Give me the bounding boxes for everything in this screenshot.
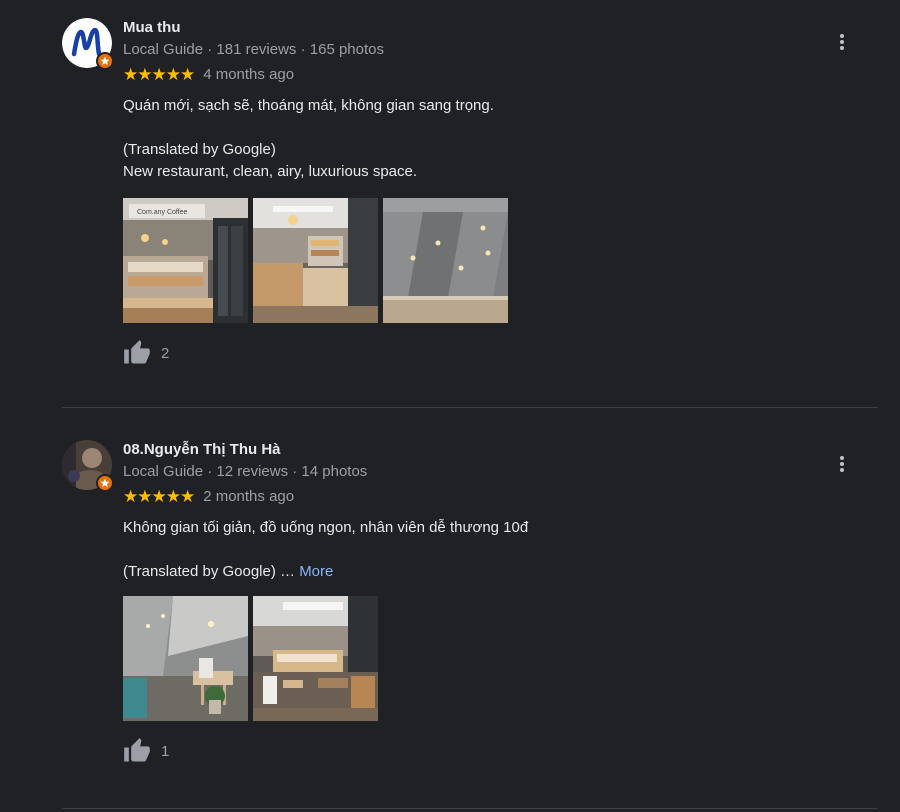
star-rating: ★★★★★ [123,487,195,506]
avatar[interactable] [62,18,114,70]
like-count: 1 [161,742,170,760]
review-text: Không gian tối giản, đồ uống ngon, nhân … [123,519,529,536]
photo-sign-text: Com.any Coffee [137,209,188,216]
like-row: 2 [123,339,863,367]
translated-text: New restaurant, clean, airy, luxurious s… [123,163,418,180]
review-photo[interactable]: Com.any Coffee [123,198,248,323]
translated-label: (Translated by Google) [123,141,276,158]
review-photo[interactable] [253,596,378,721]
author-stats: · 12 reviews · 14 photos [203,463,368,480]
divider [62,407,878,408]
translated-label: (Translated by Google) … [123,563,300,580]
review-time: 4 months ago [203,66,295,83]
review-text: Quán mới, sạch sẽ, thoáng mát, không gia… [123,97,494,114]
review-photos [123,596,863,721]
divider [62,808,878,809]
review-photo[interactable] [383,198,508,323]
star-rating: ★★★★★ [123,65,195,84]
reviews-panel: Mua thu Local Guide · 181 reviews · 165 … [0,0,900,812]
review-photo[interactable] [253,198,378,323]
author-meta[interactable]: Local Guide · 181 reviews · 165 photos [123,39,863,61]
local-guide-star-icon [96,474,114,492]
like-row: 1 [123,737,863,765]
review-time: 2 months ago [203,488,295,505]
local-guide-label: Local Guide [123,463,204,480]
author-meta[interactable]: Local Guide · 12 reviews · 14 photos [123,461,863,483]
author-stats: · 181 reviews · 165 photos [203,41,384,58]
review-photo[interactable] [123,596,248,721]
review-photos: Com.any Coffee [123,198,863,323]
local-guide-star-icon [96,52,114,70]
more-link[interactable]: More [299,563,333,580]
rating-row: ★★★★★ 4 months ago [123,63,863,87]
translated-label-row: (Translated by Google) … More [123,561,863,583]
more-vert-icon[interactable] [830,30,854,54]
more-vert-icon[interactable] [830,452,854,476]
local-guide-label: Local Guide [123,41,204,58]
rating-row: ★★★★★ 2 months ago [123,485,863,509]
like-count: 2 [161,344,170,362]
thumb-up-icon[interactable] [123,737,151,765]
author-name[interactable]: Mua thu [123,17,863,39]
author-name[interactable]: 08.Nguyễn Thị Thu Hà [123,439,863,461]
thumb-up-icon[interactable] [123,339,151,367]
avatar[interactable] [62,440,114,492]
